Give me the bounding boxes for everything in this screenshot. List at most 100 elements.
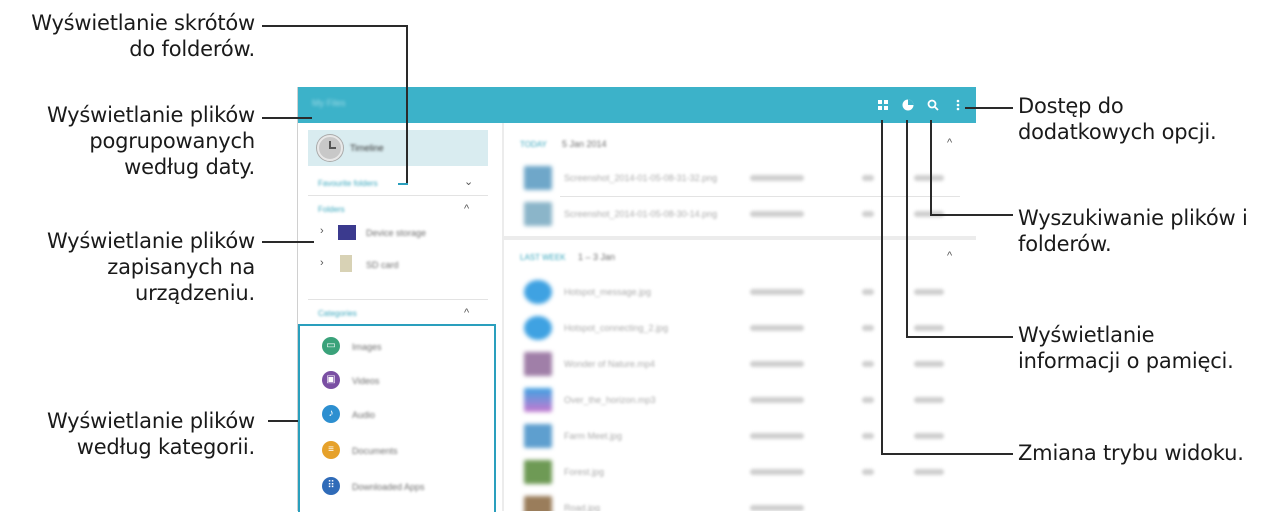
app-toolbar: My Files — [298, 87, 976, 123]
leader-line — [965, 107, 1013, 109]
videos-icon: ▣ — [322, 371, 340, 389]
sidebar-item-label: Videos — [352, 376, 380, 386]
callout-line: według daty. — [124, 155, 255, 179]
file-type — [862, 433, 874, 439]
sidebar-item-videos[interactable]: ▣ Videos — [308, 369, 488, 395]
file-date — [750, 397, 804, 403]
leader-line — [881, 120, 883, 455]
callout-line: Wyszukiwanie plików i — [1018, 206, 1248, 230]
sidebar-item-audio[interactable]: ♪ Audio — [308, 403, 488, 429]
callout-folder-shortcuts: Wyświetlanie skrótów do folderów. — [31, 10, 255, 62]
leader-line — [262, 241, 314, 243]
file-size — [914, 361, 944, 367]
divider — [308, 299, 488, 300]
callout-line: informacji o pamięci. — [1018, 349, 1234, 373]
sidebar-item-device-storage[interactable]: › Device storage — [308, 219, 488, 245]
file-name: Hotspot_message.jpg — [564, 287, 652, 297]
sidebar-item-label: Timeline — [350, 143, 384, 153]
file-name: Screenshot_2014-01-05-08-30-14.png — [564, 209, 718, 219]
file-date — [750, 469, 804, 475]
list-item[interactable]: Forest.jpg — [504, 455, 976, 489]
callout-more-options: Dostęp do dodatkowych opcji. — [1018, 93, 1217, 145]
file-type — [862, 469, 874, 475]
sidebar-item-documents[interactable]: ≡ Documents — [308, 439, 488, 465]
sidebar-item-sd-card[interactable]: › SD card — [308, 251, 488, 277]
more-options-icon[interactable] — [951, 98, 965, 112]
images-icon: ▭ — [322, 337, 340, 355]
file-name: Hotspot_connecting_2.jpg — [564, 323, 669, 333]
chevron-up-icon[interactable]: ^ — [947, 137, 952, 149]
sd-card-icon — [340, 255, 352, 272]
callout-line: Wyświetlanie plików — [46, 103, 255, 127]
sidebar-item-label: Images — [352, 342, 382, 352]
chevron-up-icon[interactable]: ^ — [464, 203, 469, 215]
file-type — [862, 325, 874, 331]
group-date: 1 – 3 Jan — [578, 252, 616, 262]
categories-header[interactable]: Categories — [318, 309, 357, 318]
divider — [308, 195, 488, 196]
sidebar-item-timeline[interactable]: Timeline — [308, 130, 488, 166]
callout-view-mode: Zmiana trybu widoku. — [1018, 440, 1244, 466]
search-icon[interactable] — [926, 98, 940, 112]
file-size — [914, 433, 944, 439]
sidebar-item-images[interactable]: ▭ Images — [308, 335, 488, 361]
leader-line — [930, 120, 932, 216]
file-date — [750, 505, 804, 511]
file-thumbnail — [524, 496, 552, 511]
file-date — [750, 361, 804, 367]
callout-line: zapisanych na — [107, 255, 255, 279]
file-size — [914, 175, 944, 181]
list-item[interactable]: Road.jpg — [504, 491, 976, 511]
chevron-right-icon: › — [320, 225, 324, 237]
leader-line — [268, 420, 300, 422]
folders-header[interactable]: Folders — [318, 205, 345, 214]
storage-pie-icon[interactable] — [901, 98, 915, 112]
sidebar-item-label: Device storage — [366, 228, 427, 238]
file-thumbnail — [524, 388, 552, 412]
file-name: Forest.jpg — [564, 467, 605, 477]
callout-by-category: Wyświetlanie plików według kategorii. — [47, 408, 255, 460]
file-name: Farm Meet.jpg — [564, 431, 623, 441]
leader-line — [406, 25, 408, 185]
callout-on-device: Wyświetlanie plików zapisanych na urządz… — [47, 228, 255, 306]
chevron-up-icon[interactable]: ^ — [947, 250, 952, 262]
file-type — [862, 397, 874, 403]
leader-line — [930, 214, 1013, 216]
list-item[interactable]: Wonder of Nature.mp4 — [504, 347, 976, 381]
file-date — [750, 211, 804, 217]
file-name: Over_the_horizon.mp3 — [564, 395, 656, 405]
sidebar-item-downloaded-apps[interactable]: ⠿ Downloaded Apps — [308, 475, 488, 501]
callout-line: Dostęp do — [1018, 94, 1124, 118]
file-thumbnail — [524, 202, 552, 226]
favourite-folders-header[interactable]: Favourite folders — [318, 179, 378, 188]
callout-by-date: Wyświetlanie plików pogrupowanych według… — [47, 102, 255, 180]
file-type — [862, 175, 874, 181]
file-date — [750, 433, 804, 439]
list-item[interactable]: Farm Meet.jpg — [504, 419, 976, 453]
chevron-up-icon[interactable]: ^ — [464, 307, 469, 319]
callout-line: folderów. — [1018, 232, 1112, 256]
file-date — [750, 175, 804, 181]
file-type — [862, 211, 874, 217]
leader-line — [906, 336, 1013, 338]
file-type — [862, 361, 874, 367]
callout-line: pogrupowanych — [89, 129, 255, 153]
file-type — [862, 289, 874, 295]
clock-icon — [317, 135, 343, 161]
chevron-down-icon[interactable]: ⌄ — [464, 175, 473, 188]
file-thumbnail — [524, 352, 552, 376]
chevron-right-icon: › — [320, 257, 324, 269]
file-size — [914, 325, 944, 331]
callout-search: Wyszukiwanie plików i folderów. — [1018, 205, 1248, 257]
view-mode-grid-icon[interactable] — [876, 98, 890, 112]
app-title: My Files — [312, 98, 346, 108]
leader-line — [881, 453, 1013, 455]
callout-line: Wyświetlanie plików — [46, 409, 255, 433]
list-item[interactable]: Over_the_horizon.mp3 — [504, 383, 976, 417]
sidebar-item-label: Documents — [352, 446, 398, 456]
file-date — [750, 289, 804, 295]
file-thumbnail — [524, 424, 552, 448]
leader-line — [262, 25, 408, 27]
leader-line — [906, 120, 908, 338]
group-header-today: TODAY — [520, 140, 547, 149]
